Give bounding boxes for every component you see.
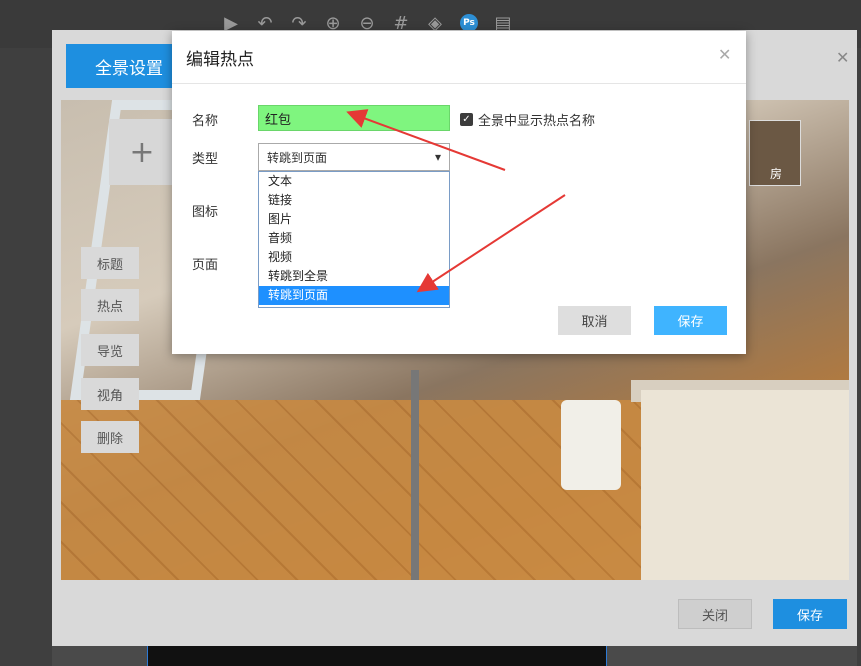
show-name-label: 全景中显示热点名称 — [478, 114, 596, 129]
view-angle-button[interactable]: 视角 — [81, 378, 139, 410]
checkbox-checked-icon[interactable]: ✓ — [460, 113, 473, 126]
delete-button[interactable]: 删除 — [81, 421, 139, 453]
option-image[interactable]: 图片 — [259, 210, 449, 229]
type-select[interactable]: 转跳到页面 ▾ — [258, 143, 450, 171]
dialog-title: 编辑热点 — [186, 50, 254, 70]
toilet — [561, 400, 621, 490]
save-button[interactable]: 保存 — [654, 306, 727, 335]
vanity-cabinet — [641, 390, 849, 580]
show-name-checkbox[interactable]: ✓ 全景中显示热点名称 — [460, 110, 595, 129]
option-video[interactable]: 视频 — [259, 248, 449, 267]
scene-thumbnail-caption: 房 — [770, 167, 783, 181]
hotspot-button[interactable]: 热点 — [81, 289, 139, 321]
option-audio[interactable]: 音频 — [259, 229, 449, 248]
name-label: 名称 — [192, 114, 219, 129]
icon-label: 图标 — [192, 205, 219, 220]
edit-hotspot-dialog: 编辑热点 ✕ 名称 类型 图标 页面 ✓ 全景中显示热点名称 转跳到页面 ▾ 文… — [172, 31, 746, 354]
dialog-close-icon[interactable]: ✕ — [718, 45, 731, 64]
cancel-button[interactable]: 取消 — [558, 306, 631, 335]
pano-save-button[interactable]: 保存 — [773, 599, 847, 629]
close-icon[interactable]: ✕ — [836, 48, 849, 67]
title-button[interactable]: 标题 — [81, 247, 139, 279]
left-overlay — [0, 48, 52, 666]
divider — [172, 83, 746, 84]
option-text[interactable]: 文本 — [259, 172, 449, 191]
type-selected-value: 转跳到页面 — [267, 150, 328, 165]
shower-glass — [411, 370, 419, 580]
hotspot-name-input[interactable] — [258, 105, 450, 131]
guide-button[interactable]: 导览 — [81, 334, 139, 366]
right-overlay — [857, 48, 861, 666]
caret-down-icon: ▾ — [434, 150, 441, 164]
option-jump-to-page[interactable]: 转跳到页面 — [259, 286, 449, 305]
option-jump-to-panorama[interactable]: 转跳到全景 — [259, 267, 449, 286]
option-link[interactable]: 链接 — [259, 191, 449, 210]
close-button[interactable]: 关闭 — [678, 599, 752, 629]
type-options-list: 文本 链接 图片 音频 视频 转跳到全景 转跳到页面 — [258, 171, 450, 308]
scene-thumbnail[interactable]: 房 — [749, 120, 801, 186]
page-label: 页面 — [192, 258, 219, 273]
bottom-strip — [147, 646, 607, 666]
type-label: 类型 — [192, 152, 219, 167]
add-button[interactable]: + — [109, 119, 175, 185]
